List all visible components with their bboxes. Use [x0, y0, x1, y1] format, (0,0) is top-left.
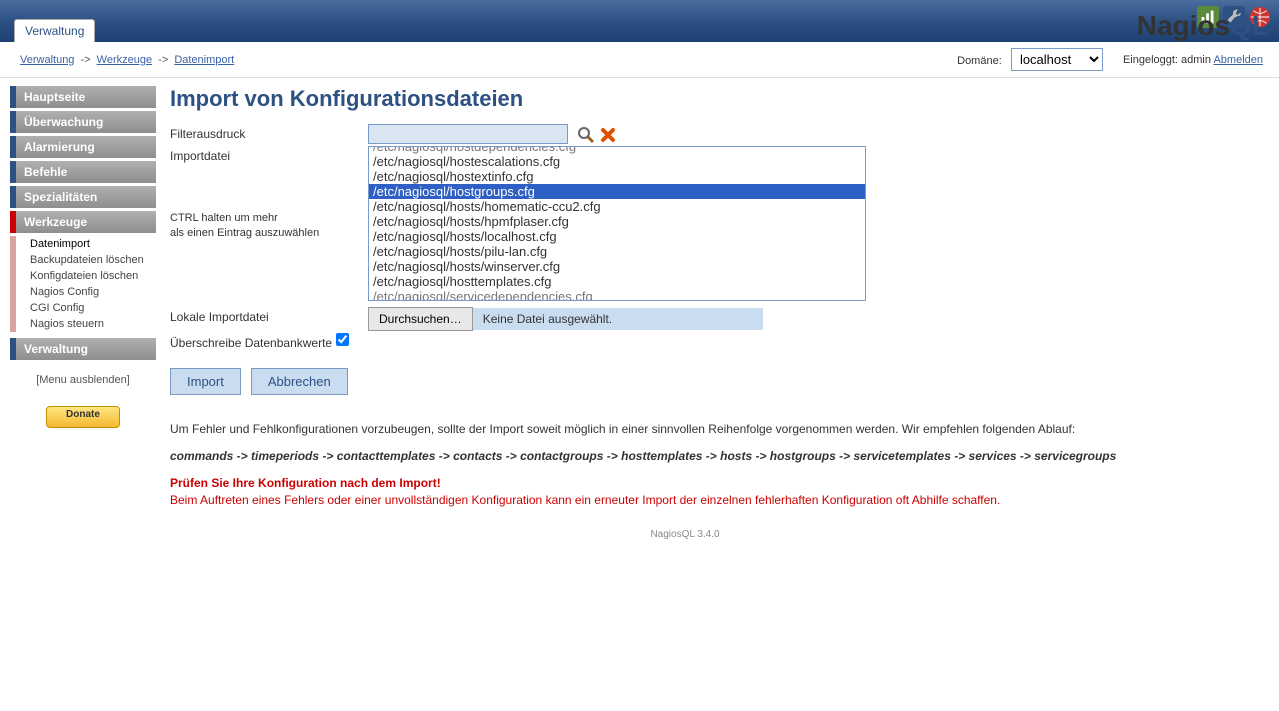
list-item[interactable]: /etc/nagiosql/hosts/pilu-lan.cfg: [369, 244, 865, 259]
list-item[interactable]: /etc/nagiosql/hostextinfo.cfg: [369, 169, 865, 184]
sub-nagios-steuern[interactable]: Nagios steuern: [10, 316, 156, 332]
page-title: Import von Konfigurationsdateien: [170, 86, 1200, 112]
list-item[interactable]: /etc/nagiosql/hosts/winserver.cfg: [369, 259, 865, 274]
crumb-werkzeuge[interactable]: Werkzeuge: [97, 54, 152, 66]
overwrite-checkbox[interactable]: [336, 333, 349, 346]
import-file-list[interactable]: /etc/nagiosql/hostdependencies.cfg /etc/…: [368, 146, 866, 301]
list-item-selected[interactable]: /etc/nagiosql/hostgroups.cfg: [369, 184, 865, 199]
info-sequence: commands -> timeperiods -> contacttempla…: [170, 448, 1200, 465]
crumb-datenimport[interactable]: Datenimport: [174, 54, 234, 66]
chart-icon[interactable]: [1197, 6, 1219, 28]
sub-datenimport[interactable]: Datenimport: [10, 236, 156, 252]
content: Import von Konfigurationsdateien Filtera…: [160, 78, 1220, 560]
sub-backup-loeschen[interactable]: Backupdateien löschen: [10, 252, 156, 268]
domain-label: Domäne:: [957, 55, 1002, 67]
sidebar-item-hauptseite[interactable]: Hauptseite: [10, 86, 156, 108]
crumb-verwaltung[interactable]: Verwaltung: [20, 54, 74, 66]
list-item[interactable]: /etc/nagiosql/hosttemplates.cfg: [369, 274, 865, 289]
sidebar-item-befehle[interactable]: Befehle: [10, 161, 156, 183]
list-item[interactable]: /etc/nagiosql/hostescalations.cfg: [369, 154, 865, 169]
sub-cgi-config[interactable]: CGI Config: [10, 300, 156, 316]
sidebar-item-ueberwachung[interactable]: Überwachung: [10, 111, 156, 133]
tool-icon[interactable]: [1223, 6, 1245, 28]
world-icon[interactable]: [1249, 6, 1271, 28]
sidebar-item-spezialitaeten[interactable]: Spezialitäten: [10, 186, 156, 208]
login-info: Eingeloggt: admin Abmelden: [1123, 54, 1263, 66]
subheader: Verwaltung -> Werkzeuge -> Datenimport D…: [0, 42, 1279, 78]
list-item[interactable]: /etc/nagiosql/hosts/homematic-ccu2.cfg: [369, 199, 865, 214]
login-user: Eingeloggt: admin: [1123, 54, 1211, 66]
file-status: Keine Datei ausgewählt.: [473, 308, 763, 330]
list-item[interactable]: /etc/nagiosql/hostdependencies.cfg: [369, 146, 865, 154]
tab-verwaltung[interactable]: Verwaltung: [14, 19, 95, 42]
list-item[interactable]: /etc/nagiosql/servicedependencies.cfg: [369, 289, 865, 301]
filter-label: Filterausdruck: [170, 124, 368, 141]
filter-input[interactable]: [368, 124, 568, 144]
sidebar-item-verwaltung[interactable]: Verwaltung: [10, 338, 156, 360]
sub-nagios-config[interactable]: Nagios Config: [10, 284, 156, 300]
info-intro: Um Fehler und Fehlkonfigurationen vorzub…: [170, 421, 1200, 438]
domain-select[interactable]: localhost: [1011, 48, 1103, 71]
browse-button[interactable]: Durchsuchen…: [368, 307, 473, 331]
cancel-button[interactable]: Abbrechen: [251, 368, 348, 395]
sub-konfig-loeschen[interactable]: Konfigdateien löschen: [10, 268, 156, 284]
breadcrumb: Verwaltung -> Werkzeuge -> Datenimport: [20, 54, 234, 66]
sidebar-subitems: Datenimport Backupdateien löschen Konfig…: [10, 236, 156, 338]
logout-link[interactable]: Abmelden: [1213, 54, 1263, 66]
import-button[interactable]: Import: [170, 368, 241, 395]
ctrl-note: CTRL halten um mehr als einen Eintrag au…: [170, 211, 368, 241]
search-icon[interactable]: [577, 126, 595, 144]
info-text: Um Fehler und Fehlkonfigurationen vorzub…: [170, 421, 1200, 508]
clear-icon[interactable]: [599, 126, 617, 144]
donate-button[interactable]: Donate: [46, 406, 120, 428]
menu-toggle[interactable]: [Menu ausblenden]: [10, 374, 156, 386]
warn-heading: Prüfen Sie Ihre Konfiguration nach dem I…: [170, 476, 441, 490]
sidebar: Hauptseite Überwachung Alarmierung Befeh…: [0, 78, 160, 560]
domain-selector: Domäne: localhost: [957, 48, 1103, 71]
top-bar: Verwaltung NagiosQL: [0, 0, 1279, 42]
list-item[interactable]: /etc/nagiosql/hosts/localhost.cfg: [369, 229, 865, 244]
warn-detail: Beim Auftreten eines Fehlers oder einer …: [170, 493, 1000, 507]
overwrite-label: Überschreibe Datenbankwerte: [170, 333, 332, 350]
top-icons: [1197, 6, 1271, 28]
footer-version: NagiosQL 3.4.0: [170, 529, 1200, 540]
local-file-label: Lokale Importdatei: [170, 307, 368, 324]
sidebar-item-werkzeuge[interactable]: Werkzeuge: [10, 211, 156, 233]
import-label: Importdatei: [170, 149, 230, 163]
sidebar-item-alarmierung[interactable]: Alarmierung: [10, 136, 156, 158]
list-item[interactable]: /etc/nagiosql/hosts/hpmfplaser.cfg: [369, 214, 865, 229]
